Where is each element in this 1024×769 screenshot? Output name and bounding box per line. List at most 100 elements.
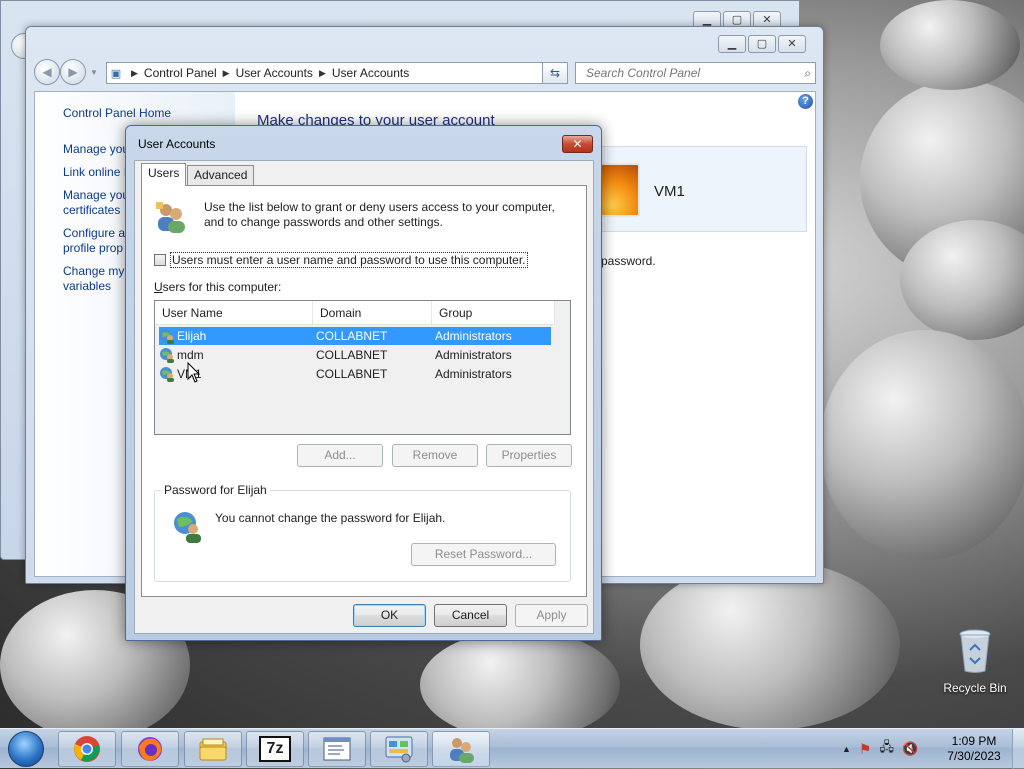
link-change-environment-variables-line2[interactable]: variables: [63, 279, 111, 294]
tab-users[interactable]: Users: [141, 163, 187, 186]
show-hidden-icons-icon[interactable]: ▲: [842, 744, 851, 754]
password-group: Password for Elijah You cannot change th…: [154, 483, 571, 582]
list-header: User Name Domain Group: [155, 301, 555, 325]
breadcrumb-separator-icon[interactable]: ▶: [319, 68, 326, 79]
windows-logo-icon: [8, 731, 44, 767]
tab-advanced[interactable]: Advanced: [187, 165, 255, 186]
user-accounts-icon: [450, 738, 474, 763]
notepad-icon: [323, 737, 351, 761]
network-icon[interactable]: 🖧: [879, 738, 894, 760]
recycle-bin[interactable]: Recycle Bin: [940, 628, 1010, 695]
wallpaper-shape: [880, 0, 1020, 90]
search-icon[interactable]: ⌕: [804, 66, 811, 81]
wallpaper-shape: [420, 630, 620, 740]
users-list-label-text: sers for this computer:: [162, 280, 282, 294]
reset-password-button[interactable]: Reset Password...: [411, 543, 556, 566]
users-list[interactable]: User Name Domain Group Elijah COLLABNET …: [154, 300, 571, 435]
link-control-panel-home[interactable]: Control Panel Home: [63, 106, 171, 121]
volume-muted-icon[interactable]: 🔇: [902, 741, 918, 757]
user-icon: [160, 367, 174, 382]
group-cell: Administrators: [435, 367, 512, 381]
users-list-label-accel: U: [154, 280, 163, 294]
search-input[interactable]: [584, 65, 784, 81]
recycle-bin-label: Recycle Bin: [943, 681, 1007, 695]
taskbar-notepad[interactable]: [308, 731, 366, 767]
show-desktop-button[interactable]: [1012, 729, 1024, 769]
help-icon[interactable]: ?: [798, 94, 813, 109]
recent-pages-chevron-icon[interactable]: ▼: [90, 68, 98, 77]
link-manage-credentials[interactable]: Manage you: [63, 142, 129, 157]
intro-text: Use the list below to grant or deny user…: [204, 200, 555, 229]
users-tab-panel: Use the list below to grant or deny user…: [141, 185, 587, 597]
taskbar-chrome[interactable]: [58, 731, 116, 767]
user-picture[interactable]: [600, 163, 640, 217]
user-row-elijah[interactable]: Elijah COLLABNET Administrators: [159, 327, 551, 345]
chrome-icon: [74, 736, 100, 762]
refresh-icon[interactable]: ⇆: [542, 62, 568, 84]
breadcrumb-user-accounts-current[interactable]: User Accounts: [332, 66, 409, 80]
breadcrumb-control-panel[interactable]: Control Panel: [144, 66, 217, 80]
apply-button[interactable]: Apply: [515, 604, 588, 627]
taskbar: 7z ▲ ⚑ 🖧 🔇 1:09 PM 7/30/2023: [0, 728, 1024, 769]
taskbar-7zip[interactable]: 7z: [246, 731, 304, 767]
minimize-button[interactable]: ▁: [718, 35, 746, 53]
require-login-label[interactable]: Users must enter a user name and passwor…: [170, 252, 528, 268]
file-explorer-icon: [199, 738, 227, 761]
user-row-mdm[interactable]: mdm COLLABNET Administrators: [159, 346, 551, 364]
user-icon: [160, 348, 174, 363]
users-list-label: Users for this computer:: [154, 280, 281, 294]
breadcrumb-separator-icon[interactable]: ▶: [131, 68, 138, 79]
cancel-button[interactable]: Cancel: [434, 604, 507, 627]
users-icon: [156, 202, 185, 233]
group-cell: Administrators: [432, 327, 551, 345]
clock-date: 7/30/2023: [947, 749, 1001, 763]
user-name: VM1: [654, 183, 685, 200]
user-name-cell: VM1: [159, 365, 313, 383]
properties-button[interactable]: Properties: [486, 444, 572, 467]
taskbar-user-accounts[interactable]: [432, 731, 490, 767]
taskbar-file-explorer[interactable]: [184, 731, 242, 767]
taskbar-control-panel[interactable]: [370, 731, 428, 767]
dialog-body: Users Advanced Use the list below to gra…: [134, 160, 594, 634]
remove-user-button[interactable]: Remove: [392, 444, 478, 467]
link-configure-profile[interactable]: Configure a: [63, 226, 125, 241]
domain-cell: COLLABNET: [316, 367, 388, 381]
domain-cell: COLLABNET: [316, 348, 388, 362]
close-button[interactable]: ✕: [778, 35, 806, 53]
require-login-checkbox[interactable]: [154, 254, 166, 266]
ok-button[interactable]: OK: [353, 604, 426, 627]
breadcrumb-separator-icon[interactable]: ▶: [223, 68, 230, 79]
control-panel-icon: [385, 736, 413, 763]
7zip-icon: 7z: [259, 736, 291, 762]
require-login-option[interactable]: Users must enter a user name and passwor…: [154, 252, 528, 268]
taskbar-firefox[interactable]: [121, 731, 179, 767]
recycle-bin-icon: [959, 629, 991, 673]
column-group[interactable]: Group: [432, 301, 555, 325]
clock-time: 1:09 PM: [951, 734, 997, 748]
user-icon: [160, 329, 174, 344]
link-manage-certificates-line2[interactable]: certificates: [63, 203, 120, 218]
start-button[interactable]: [4, 729, 48, 769]
password-message: You cannot change the password for Elija…: [215, 511, 446, 525]
control-panel-icon: ▣: [110, 67, 122, 80]
password-group-title: Password for Elijah: [161, 483, 270, 497]
column-domain[interactable]: Domain: [313, 301, 432, 325]
user-row-vm1[interactable]: VM1 COLLABNET Administrators: [159, 365, 551, 383]
breadcrumb-user-accounts[interactable]: User Accounts: [236, 66, 313, 80]
search-box[interactable]: ⌕: [575, 62, 816, 84]
system-clock[interactable]: 1:09 PM 7/30/2023: [942, 734, 1006, 764]
address-bar[interactable]: ▣ ▶ Control Panel ▶ User Accounts ▶ User…: [106, 62, 568, 84]
close-button[interactable]: ✕: [562, 135, 593, 153]
link-online-ids[interactable]: Link online I: [63, 165, 127, 180]
add-user-button[interactable]: Add...: [297, 444, 383, 467]
link-change-environment-variables[interactable]: Change my: [63, 264, 124, 279]
link-configure-profile-line2[interactable]: profile prop: [63, 241, 123, 256]
maximize-button[interactable]: ▢: [748, 35, 776, 53]
forward-arrow-icon[interactable]: ▶: [60, 59, 86, 85]
column-user-name[interactable]: User Name: [155, 301, 313, 325]
link-manage-certificates[interactable]: Manage you: [63, 188, 129, 203]
back-arrow-icon[interactable]: ◀: [34, 59, 60, 85]
firefox-icon: [138, 737, 162, 761]
user-name-text: Elijah: [177, 329, 207, 343]
action-center-flag-icon[interactable]: ⚑: [859, 741, 872, 758]
